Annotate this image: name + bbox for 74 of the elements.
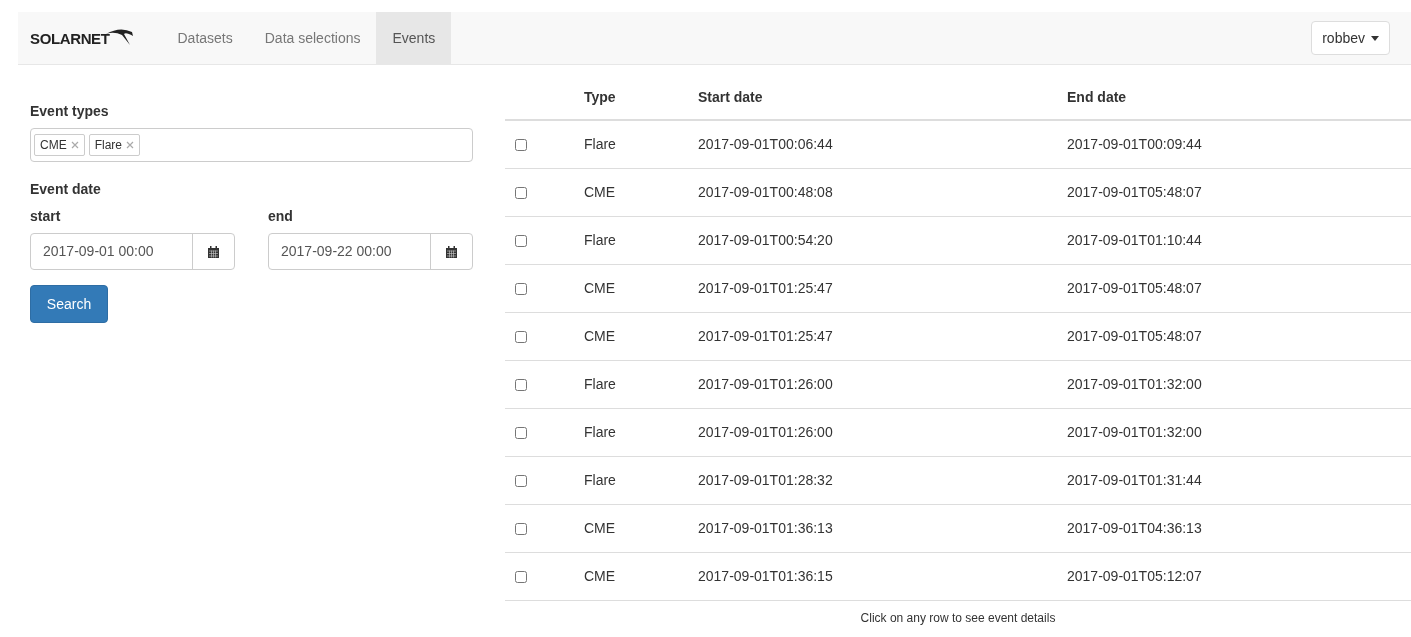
event-type-tag[interactable]: Flare [88,134,140,156]
table-cell-text: 2017-09-01T05:48:07 [1067,183,1202,202]
row-checkbox[interactable] [515,234,527,247]
event-row[interactable]: Flare 2017-09-01T00:06:44 2017-09-01T00:09:44 [505,121,1411,169]
start-date-field[interactable]: 2017-09-01 00:00 [30,233,235,270]
table-cell-text: 2017-09-01T05:12:07 [1067,567,1202,586]
table-cell-text: 2017-09-01T01:10:44 [1067,231,1202,250]
table-cell-text: 2017-09-01T04:36:13 [1067,519,1202,538]
table-cell-text: CME [584,183,617,202]
remove-icon[interactable] [126,141,134,149]
table-cell-text: Flare [584,231,617,250]
table-cell-text: 2017-09-01T01:36:13 [698,519,834,538]
nav-tab[interactable]: Events [376,12,452,64]
column-header: Start date [698,87,764,107]
table-cell-text: 2017-09-01T01:28:32 [698,471,834,490]
table-cell-text: CME [584,279,617,298]
event-row[interactable]: Flare 2017-09-01T00:54:20 2017-09-01T01:10:44 [505,217,1411,265]
remove-icon[interactable] [70,141,79,149]
table-cell-text: 2017-09-01T01:25:47 [698,279,834,298]
event-row[interactable]: Flare 2017-09-01T01:26:00 2017-09-01T01:32:00 [505,361,1411,409]
calendar-icon [446,245,457,258]
event-row[interactable]: Flare 2017-09-01T01:28:32 2017-09-01T01:31:44 [505,457,1411,505]
table-cell-text: 2017-09-01T01:26:00 [698,375,834,394]
table-cell-text: Flare [584,471,617,490]
table-cell-text: 2017-09-01T01:26:00 [698,423,834,442]
table-cell-text: 2017-09-01T01:36:15 [698,567,834,586]
field-label: start [30,207,62,226]
row-checkbox[interactable] [515,282,527,295]
table-cell-text: Flare [584,375,617,394]
event-row[interactable]: CME 2017-09-01T01:25:47 2017-09-01T05:48:07 [505,313,1411,361]
table-cell-text: Flare [584,135,617,154]
end-date-field[interactable]: 2017-09-22 00:00 [268,233,473,270]
table-cell-text: 2017-09-01T01:25:47 [698,327,834,346]
event-types-field[interactable]: CME Flare [30,128,473,162]
table-cell-text: 2017-09-01T00:54:20 [698,231,834,250]
section-label: Event date [30,180,102,199]
row-checkbox[interactable] [515,426,527,439]
field-label: end [268,207,294,226]
user-menu-button[interactable]: robbev [1311,21,1390,55]
event-row[interactable]: CME 2017-09-01T01:36:13 2017-09-01T04:36:13 [505,505,1411,553]
table-cell-text: 2017-09-01T01:32:00 [1067,375,1202,394]
row-checkbox[interactable] [515,378,527,391]
table-cell-text: 2017-09-01T00:09:44 [1067,135,1202,154]
table-cell-text: 2017-09-01T05:48:07 [1067,279,1202,298]
brand-logo[interactable]: SOLARNET [30,27,110,50]
table-cell-text: 2017-09-01T00:06:44 [698,135,834,154]
row-checkbox[interactable] [515,570,527,583]
event-row[interactable]: CME 2017-09-01T01:36:15 2017-09-01T05:12:07 [505,553,1411,601]
event-row[interactable]: Flare 2017-09-01T01:26:00 2017-09-01T01:32:00 [505,409,1411,457]
column-header: End date [1067,87,1127,107]
nav-tab[interactable]: Datasets [161,12,249,64]
event-type-tag[interactable]: CME [34,134,85,156]
caret-icon [1371,35,1379,41]
nav-tab[interactable]: Data selections [248,12,377,64]
row-checkbox[interactable] [515,330,527,343]
table-cell-text: Flare [584,423,617,442]
table-cell-text: 2017-09-01T05:48:07 [1067,327,1202,346]
table-cell-text: CME [584,327,617,346]
row-checkbox[interactable] [515,474,527,487]
row-checkbox[interactable] [515,138,527,151]
event-row[interactable]: CME 2017-09-01T01:25:47 2017-09-01T05:48:07 [505,265,1411,313]
row-checkbox[interactable] [515,522,527,535]
search-button[interactable]: Search [30,285,108,323]
calendar-icon [208,245,219,258]
table-cell-text: CME [584,519,617,538]
table-cell-text: 2017-09-01T01:31:44 [1067,471,1202,490]
event-row[interactable]: CME 2017-09-01T00:48:08 2017-09-01T05:48:07 [505,169,1411,217]
column-header: Type [584,87,617,107]
table-cell-text: 2017-09-01T00:48:08 [698,183,834,202]
section-label: Event types [30,102,110,121]
table-hint: Click on any row to see event details [860,610,1056,627]
row-checkbox[interactable] [515,186,527,199]
table-cell-text: 2017-09-01T01:32:00 [1067,423,1202,442]
table-cell-text: CME [584,567,617,586]
